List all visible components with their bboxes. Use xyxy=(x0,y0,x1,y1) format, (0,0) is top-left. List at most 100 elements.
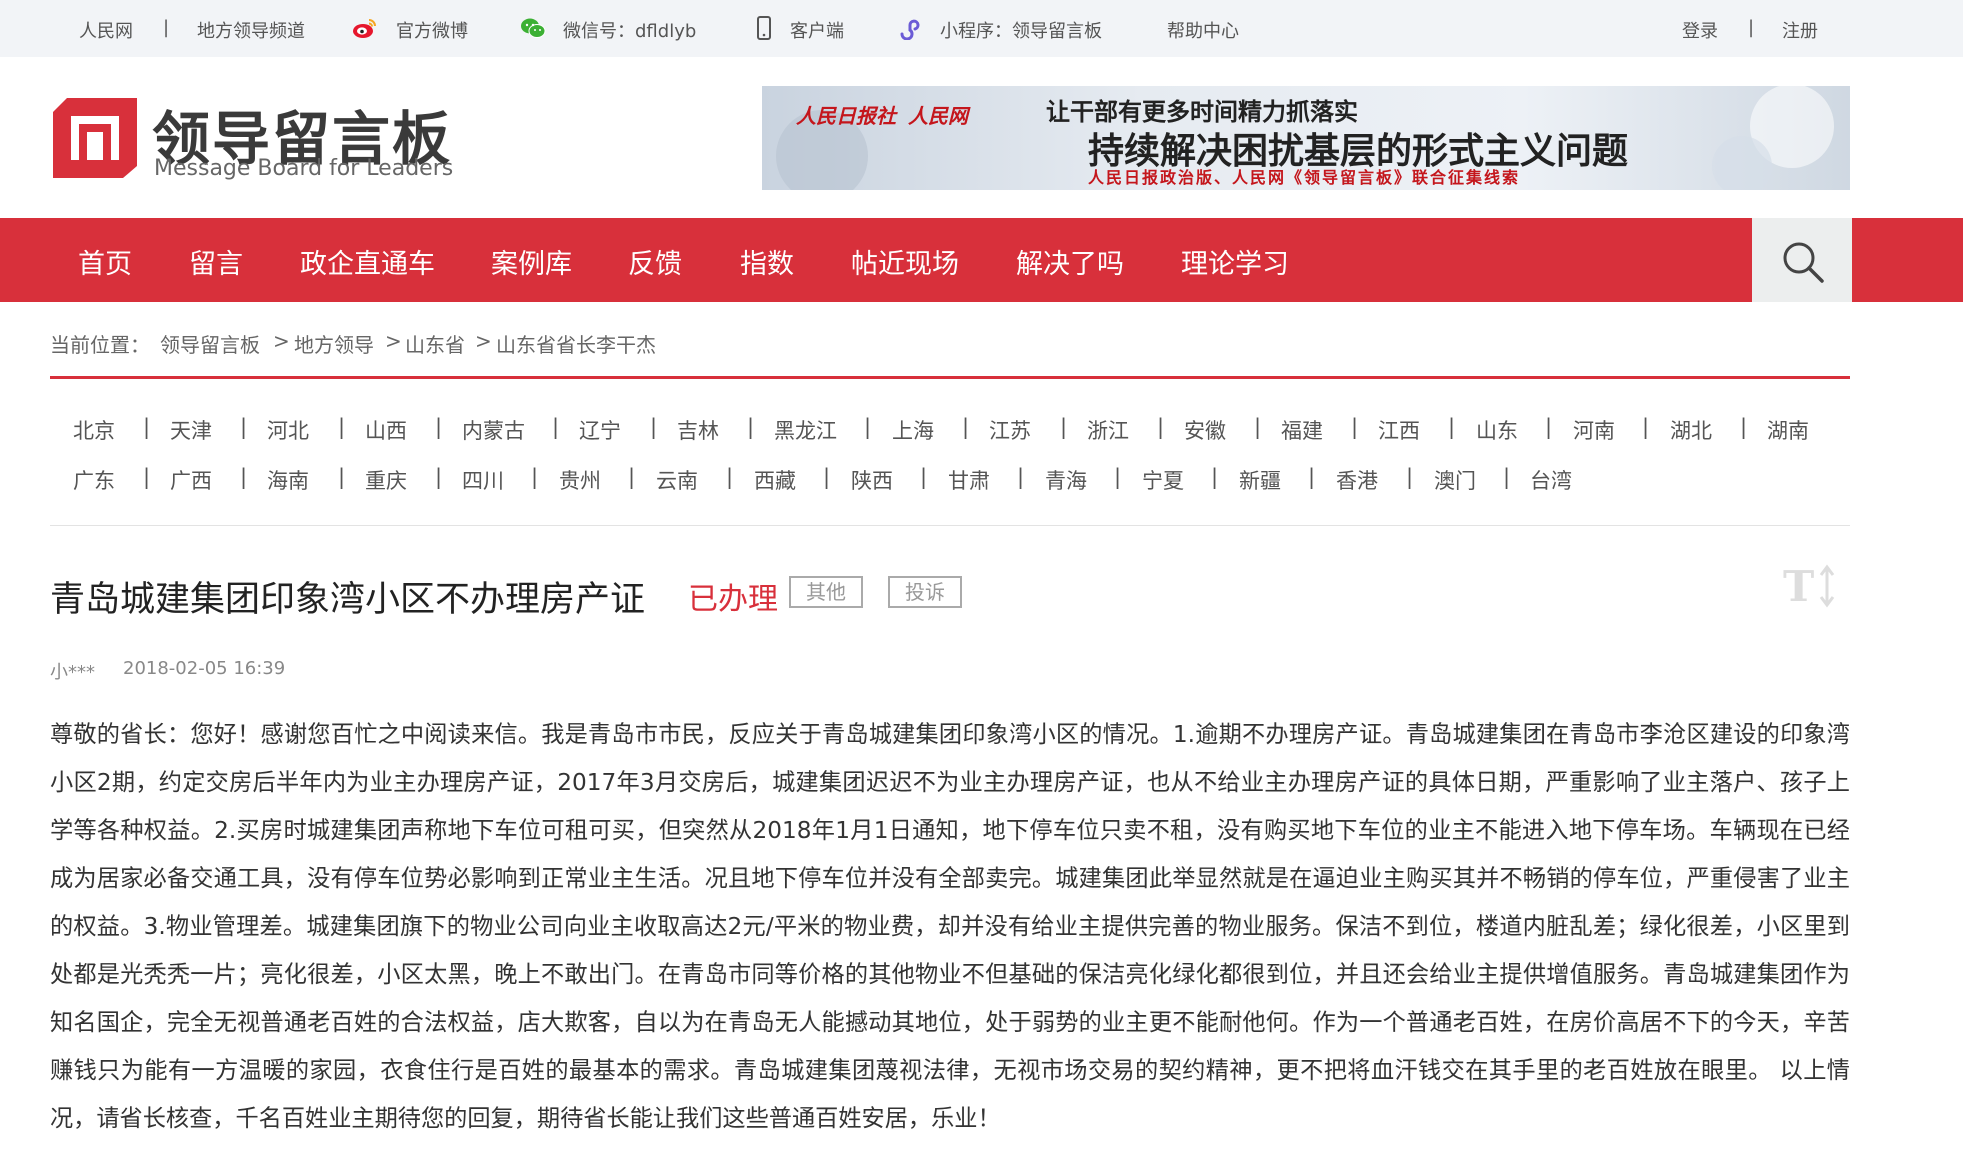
login-link[interactable]: 登录 xyxy=(1682,17,1718,43)
category-tag: 其他 xyxy=(789,576,863,608)
province-link[interactable]: 广东 xyxy=(73,465,115,495)
link-weibo[interactable]: 官方微博 xyxy=(396,17,468,43)
breadcrumb-item[interactable]: 山东省 xyxy=(405,329,465,358)
province-link[interactable]: 澳门 xyxy=(1434,465,1476,495)
wechat-account[interactable]: 微信号：dfldlyb xyxy=(563,17,696,43)
province-link[interactable]: 四川 xyxy=(462,465,504,495)
campaign-banner[interactable]: 人民日报社 人民网 让干部有更多时间精力抓落实 持续解决困扰基层的形式主义问题 … xyxy=(762,86,1850,190)
post-date: 2018-02-05 16:39 xyxy=(123,658,286,679)
nav-item-solved[interactable]: 解决了吗 xyxy=(1016,242,1124,281)
province-link[interactable]: 福建 xyxy=(1281,415,1323,445)
banner-line3: 人民日报政治版、人民网《领导留言板》联合征集线索 xyxy=(1088,168,1521,187)
province-link[interactable]: 辽宁 xyxy=(579,415,621,445)
province-link[interactable]: 北京 xyxy=(73,415,115,445)
province-separator: | xyxy=(338,415,346,439)
province-separator: | xyxy=(1406,465,1414,489)
main-nav: 首页 留言 政企直通车 案例库 反馈 指数 帖近现场 解决了吗 理论学习 xyxy=(0,218,1963,302)
weibo-icon[interactable] xyxy=(352,16,378,40)
province-link[interactable]: 新疆 xyxy=(1239,465,1281,495)
province-link[interactable]: 山西 xyxy=(365,415,407,445)
province-link[interactable]: 山东 xyxy=(1476,415,1518,445)
province-link[interactable]: 西藏 xyxy=(754,465,796,495)
nav-item-cases[interactable]: 案例库 xyxy=(491,242,572,281)
logo-subtitle: Message Board for Leaders xyxy=(154,156,454,181)
province-link[interactable]: 河北 xyxy=(267,415,309,445)
province-link[interactable]: 天津 xyxy=(170,415,212,445)
province-separator: | xyxy=(1642,415,1650,439)
province-separator: | xyxy=(726,465,734,489)
link-local-channel[interactable]: 地方领导频道 xyxy=(197,17,305,43)
province-link[interactable]: 黑龙江 xyxy=(774,415,837,445)
province-link[interactable]: 青海 xyxy=(1045,465,1087,495)
people-daily-logo: 人民日报社 xyxy=(796,104,896,128)
breadcrumb-separator: > xyxy=(475,329,492,353)
province-separator: | xyxy=(435,465,443,489)
province-link[interactable]: 甘肃 xyxy=(948,465,990,495)
province-link[interactable]: 河南 xyxy=(1573,415,1615,445)
nav-item-index[interactable]: 指数 xyxy=(740,242,794,281)
status-badge: 已办理 xyxy=(688,582,778,617)
font-size-icon[interactable]: T xyxy=(1783,563,1839,609)
register-link[interactable]: 注册 xyxy=(1782,17,1818,43)
province-link[interactable]: 湖北 xyxy=(1670,415,1712,445)
link-miniprogram[interactable]: 小程序：领导留言板 xyxy=(940,17,1102,43)
link-client[interactable]: 客户端 xyxy=(790,17,844,43)
nav-item-home[interactable]: 首页 xyxy=(78,242,132,281)
breadcrumb-item[interactable]: 山东省省长李干杰 xyxy=(496,329,656,358)
province-separator: | xyxy=(1157,415,1165,439)
top-bar: 人民网 | 地方领导频道 官方微博 微信号：dfldlyb 客户端 小程序：领导… xyxy=(0,0,1963,57)
province-link[interactable]: 浙江 xyxy=(1087,415,1129,445)
divider xyxy=(50,525,1850,526)
province-separator: | xyxy=(1060,415,1068,439)
province-separator: | xyxy=(823,465,831,489)
province-link[interactable]: 内蒙古 xyxy=(462,415,525,445)
breadcrumb-item[interactable]: 地方领导 xyxy=(294,329,374,358)
nav-item-enterprise[interactable]: 政企直通车 xyxy=(300,242,435,281)
province-separator: | xyxy=(1545,415,1553,439)
message-body: 尊敬的省长：您好！感谢您百忙之中阅读来信。我是青岛市市民，反应关于青岛城建集团印… xyxy=(50,721,1850,1132)
province-separator: | xyxy=(1114,465,1122,489)
nav-item-message[interactable]: 留言 xyxy=(189,242,243,281)
province-link[interactable]: 台湾 xyxy=(1530,465,1572,495)
province-link[interactable]: 宁夏 xyxy=(1142,465,1184,495)
province-separator: | xyxy=(1448,415,1456,439)
author-name: 小*** xyxy=(50,662,95,683)
province-link[interactable]: 江西 xyxy=(1378,415,1420,445)
province-separator: | xyxy=(864,415,872,439)
link-renminwang[interactable]: 人民网 xyxy=(79,17,133,43)
nav-item-feedback[interactable]: 反馈 xyxy=(628,242,682,281)
province-separator: | xyxy=(531,465,539,489)
province-link[interactable]: 江苏 xyxy=(989,415,1031,445)
province-link[interactable]: 上海 xyxy=(892,415,934,445)
breadcrumb-separator: > xyxy=(273,329,290,353)
nav-item-theory[interactable]: 理论学习 xyxy=(1181,242,1289,281)
link-help[interactable]: 帮助中心 xyxy=(1167,17,1239,43)
wechat-icon[interactable] xyxy=(520,16,546,40)
province-link[interactable]: 吉林 xyxy=(677,415,719,445)
province-separator: | xyxy=(747,415,755,439)
phone-icon[interactable] xyxy=(751,16,777,40)
province-link[interactable]: 云南 xyxy=(656,465,698,495)
province-separator: | xyxy=(240,415,248,439)
province-link[interactable]: 海南 xyxy=(267,465,309,495)
divider: | xyxy=(163,17,170,38)
province-link[interactable]: 安徽 xyxy=(1184,415,1226,445)
breadcrumb-item[interactable]: 领导留言板 xyxy=(160,329,260,358)
people-net-logo: 人民网 xyxy=(908,104,968,128)
divider xyxy=(50,376,1850,379)
province-link[interactable]: 重庆 xyxy=(365,465,407,495)
miniprogram-icon[interactable] xyxy=(897,16,923,40)
province-link[interactable]: 香港 xyxy=(1336,465,1378,495)
logo-icon[interactable] xyxy=(53,98,137,178)
province-link[interactable]: 湖南 xyxy=(1767,415,1809,445)
svg-text:T: T xyxy=(1783,563,1814,609)
province-separator: | xyxy=(1017,465,1025,489)
nav-item-onsite[interactable]: 帖近现场 xyxy=(851,242,959,281)
divider: | xyxy=(1748,17,1755,38)
province-link[interactable]: 贵州 xyxy=(559,465,601,495)
province-separator: | xyxy=(1503,465,1511,489)
province-link[interactable]: 广西 xyxy=(170,465,212,495)
breadcrumb-separator: > xyxy=(385,329,402,353)
province-link[interactable]: 陕西 xyxy=(851,465,893,495)
search-button[interactable] xyxy=(1752,218,1852,302)
